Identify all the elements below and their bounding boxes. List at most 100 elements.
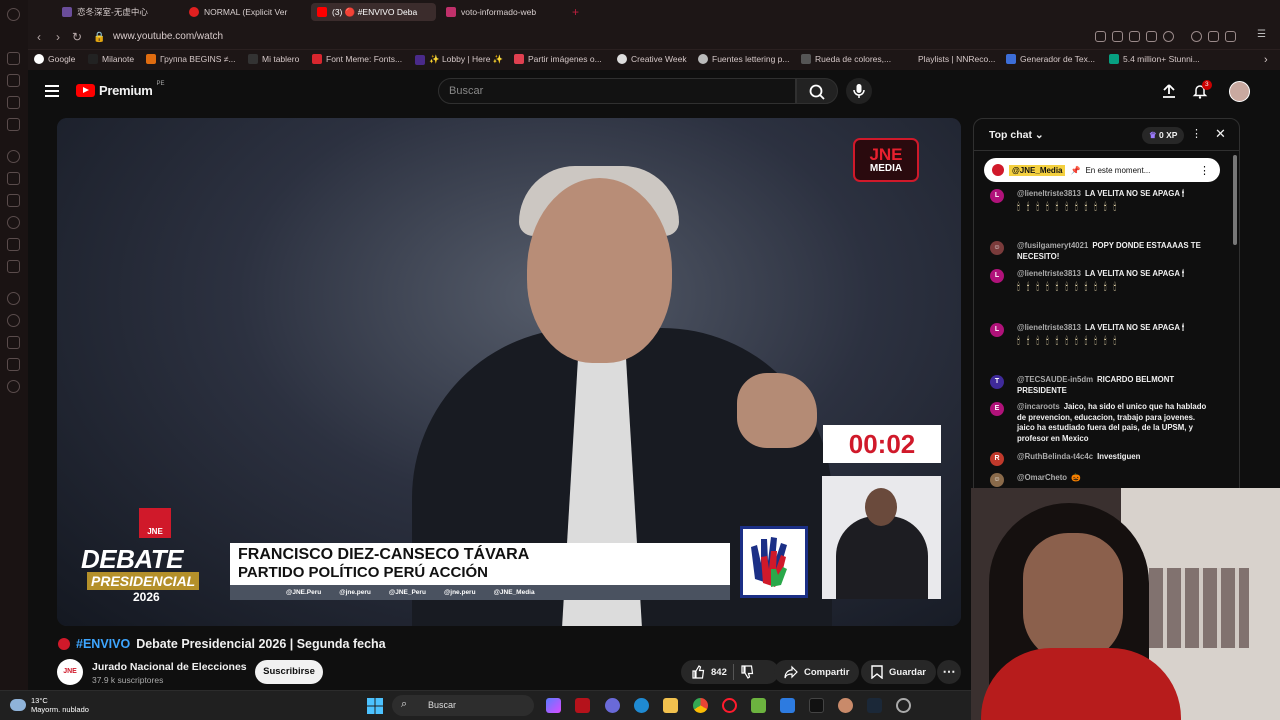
app-icon[interactable] bbox=[751, 698, 766, 713]
wallet-icon[interactable] bbox=[7, 118, 20, 131]
menu-icon[interactable]: ☰ bbox=[1257, 29, 1268, 40]
presidencial-word: PRESIDENCIAL bbox=[87, 572, 200, 590]
chat-message[interactable]: L @lieneltriste3813 LA VELITA NO SE APAGA… bbox=[990, 189, 1215, 214]
messenger-icon[interactable] bbox=[7, 150, 20, 163]
app-icon[interactable] bbox=[605, 698, 620, 713]
tab-active[interactable]: (3) 🔴 #ENVIVO Deba bbox=[311, 3, 436, 21]
snapshot-icon[interactable] bbox=[1112, 31, 1123, 42]
music-icon[interactable] bbox=[7, 292, 20, 305]
bookmark-fontmeme[interactable]: Font Meme: Fonts... bbox=[312, 54, 402, 64]
chrome-icon[interactable] bbox=[693, 698, 708, 713]
reload-icon[interactable]: ↻ bbox=[72, 30, 82, 44]
url-field[interactable]: www.youtube.com/watch bbox=[113, 31, 223, 42]
opera-icon[interactable] bbox=[722, 698, 737, 713]
upload-icon[interactable] bbox=[1161, 83, 1177, 99]
tab-4[interactable]: voto-informado-web bbox=[440, 3, 555, 21]
file-explorer-icon[interactable] bbox=[663, 698, 678, 713]
bookmark-playlists[interactable]: Playlists | NNReco... bbox=[918, 54, 995, 64]
vpn-icon[interactable] bbox=[1129, 31, 1140, 42]
xp-badge[interactable]: ♛ 0 XP bbox=[1142, 127, 1185, 144]
chat-icon[interactable] bbox=[7, 194, 20, 207]
channel-avatar[interactable]: JNE bbox=[57, 659, 83, 685]
search-button[interactable] bbox=[796, 78, 838, 104]
chat-message[interactable]: T @TECSAUDE-in5dm RICARDO BELMONT PRESIDE… bbox=[990, 375, 1215, 396]
chat-message[interactable]: ☺ @OmarCheto 🎃 bbox=[990, 473, 1215, 487]
chat-scrollbar[interactable] bbox=[1233, 155, 1237, 245]
taskbar-search[interactable]: ⌕ Buscar bbox=[392, 695, 534, 716]
pinned-options-icon[interactable]: ⋮ bbox=[1199, 164, 1210, 177]
app-icon[interactable] bbox=[575, 698, 590, 713]
like-button[interactable]: 842 bbox=[691, 665, 727, 679]
channel-name[interactable]: Jurado Nacional de Elecciones bbox=[92, 661, 247, 673]
chat-message[interactable]: ☺ @fusilgameryt4021 POPY DONDE ESTAAAAS T… bbox=[990, 241, 1215, 262]
youtube-logo[interactable]: Premium PE bbox=[76, 81, 165, 98]
settings-icon[interactable] bbox=[7, 380, 20, 393]
subscribe-button[interactable]: Suscribirse bbox=[255, 660, 323, 684]
history-icon[interactable] bbox=[7, 314, 20, 327]
thumbs-down-icon[interactable] bbox=[740, 665, 754, 679]
opera-menu-icon[interactable] bbox=[7, 8, 20, 21]
live-hashtag[interactable]: #ENVIVO bbox=[76, 637, 130, 651]
windows-start-icon[interactable] bbox=[367, 698, 383, 714]
bookmark-rueda[interactable]: Rueda de colores,... bbox=[801, 54, 891, 64]
bookmark-google[interactable]: Google bbox=[34, 54, 75, 64]
account-icon[interactable] bbox=[1191, 31, 1202, 42]
chat-message[interactable]: E @incaroots Jaico, ha sido el unico que … bbox=[990, 402, 1215, 444]
new-tab-button[interactable]: + bbox=[566, 3, 585, 21]
app-icon[interactable] bbox=[809, 698, 824, 713]
steam-icon[interactable] bbox=[867, 698, 882, 713]
favorites-icon[interactable] bbox=[1163, 31, 1174, 42]
voice-search-button[interactable] bbox=[846, 78, 872, 104]
video-player[interactable]: JNE MEDIA 00:02 JNE DEBATE PRESIDENCIAL … bbox=[57, 118, 961, 626]
download-icon[interactable] bbox=[1208, 31, 1219, 42]
search-input[interactable]: Buscar bbox=[438, 78, 796, 104]
copilot-icon[interactable] bbox=[546, 698, 561, 713]
bookmark-lobby[interactable]: ✨ Lobby | Here ✨ bbox=[415, 54, 503, 65]
weather-widget[interactable]: 13°C Mayorm. nublado bbox=[10, 696, 89, 714]
workspace-icon[interactable] bbox=[7, 96, 20, 109]
forward-icon[interactable]: › bbox=[56, 30, 60, 44]
chat-message[interactable]: L @lieneltriste3813 LA VELITA NO SE APAGA… bbox=[990, 323, 1215, 348]
extensions-icon[interactable] bbox=[7, 358, 20, 371]
opera-gx-icon[interactable] bbox=[896, 698, 911, 713]
extension-icon[interactable] bbox=[1225, 31, 1236, 42]
downloads-icon[interactable] bbox=[7, 336, 20, 349]
bookmark-fuentes[interactable]: Fuentes lettering p... bbox=[698, 54, 790, 64]
bookmark-begins[interactable]: Группа BEGINS ≠... bbox=[146, 54, 236, 64]
bookmarks-overflow-icon[interactable]: › bbox=[1264, 54, 1268, 66]
avatar[interactable] bbox=[1229, 81, 1250, 102]
hamburger-menu-icon[interactable] bbox=[45, 85, 59, 97]
bookmark-creative-week[interactable]: Creative Week bbox=[617, 54, 687, 64]
save-button[interactable]: Guardar bbox=[861, 660, 936, 684]
pin-icon[interactable] bbox=[1095, 31, 1106, 42]
chat-options-icon[interactable]: ⋮ bbox=[1191, 127, 1202, 140]
back-icon[interactable]: ‹ bbox=[37, 30, 41, 44]
x-icon[interactable] bbox=[7, 260, 20, 273]
tab-1[interactable]: 恋冬深室-无虚中心 bbox=[56, 3, 176, 21]
youtube-handle: @JNE_Media bbox=[493, 589, 535, 596]
player-icon[interactable] bbox=[1146, 31, 1157, 42]
tab-2[interactable]: NORMAL (Explicit Ver bbox=[183, 3, 303, 21]
pinned-message[interactable]: @JNE_Media 📌 En este moment... ⋮ bbox=[984, 158, 1220, 182]
bookmark-mi-tablero[interactable]: Mi tablero bbox=[248, 54, 299, 64]
instagram2-icon[interactable] bbox=[7, 238, 20, 251]
home-icon[interactable] bbox=[7, 52, 20, 65]
share-button[interactable]: Compartir bbox=[774, 660, 860, 684]
app-icon[interactable] bbox=[780, 698, 795, 713]
chat-message[interactable]: R @RuthBelinda-t4c4c Investiguen bbox=[990, 452, 1215, 466]
close-chat-icon[interactable]: ✕ bbox=[1215, 126, 1226, 142]
bookmark-label: Rueda de colores,... bbox=[815, 54, 892, 64]
chat-mode-dropdown[interactable]: Top chat ⌄ bbox=[989, 129, 1044, 141]
bookmark-pexels[interactable]: 5.4 million+ Stunni... bbox=[1109, 54, 1200, 64]
edge-icon[interactable] bbox=[634, 698, 649, 713]
bookmark-milanote[interactable]: Milanote bbox=[88, 54, 134, 64]
more-actions-button[interactable]: ⋯ bbox=[937, 660, 961, 684]
whatsapp-icon[interactable] bbox=[7, 216, 20, 229]
instagram-icon[interactable] bbox=[7, 172, 20, 185]
bookmark-partir[interactable]: Partir imágenes o... bbox=[514, 54, 602, 64]
profile-icon[interactable] bbox=[7, 74, 20, 87]
chat-message[interactable]: L @lieneltriste3813 LA VELITA NO SE APAGA… bbox=[990, 269, 1215, 294]
app-icon[interactable] bbox=[838, 698, 853, 713]
bookmarks-bar: Google Milanote Группа BEGINS ≠... Mi ta… bbox=[28, 50, 1280, 70]
bookmark-generador[interactable]: Generador de Tex... bbox=[1006, 54, 1095, 64]
